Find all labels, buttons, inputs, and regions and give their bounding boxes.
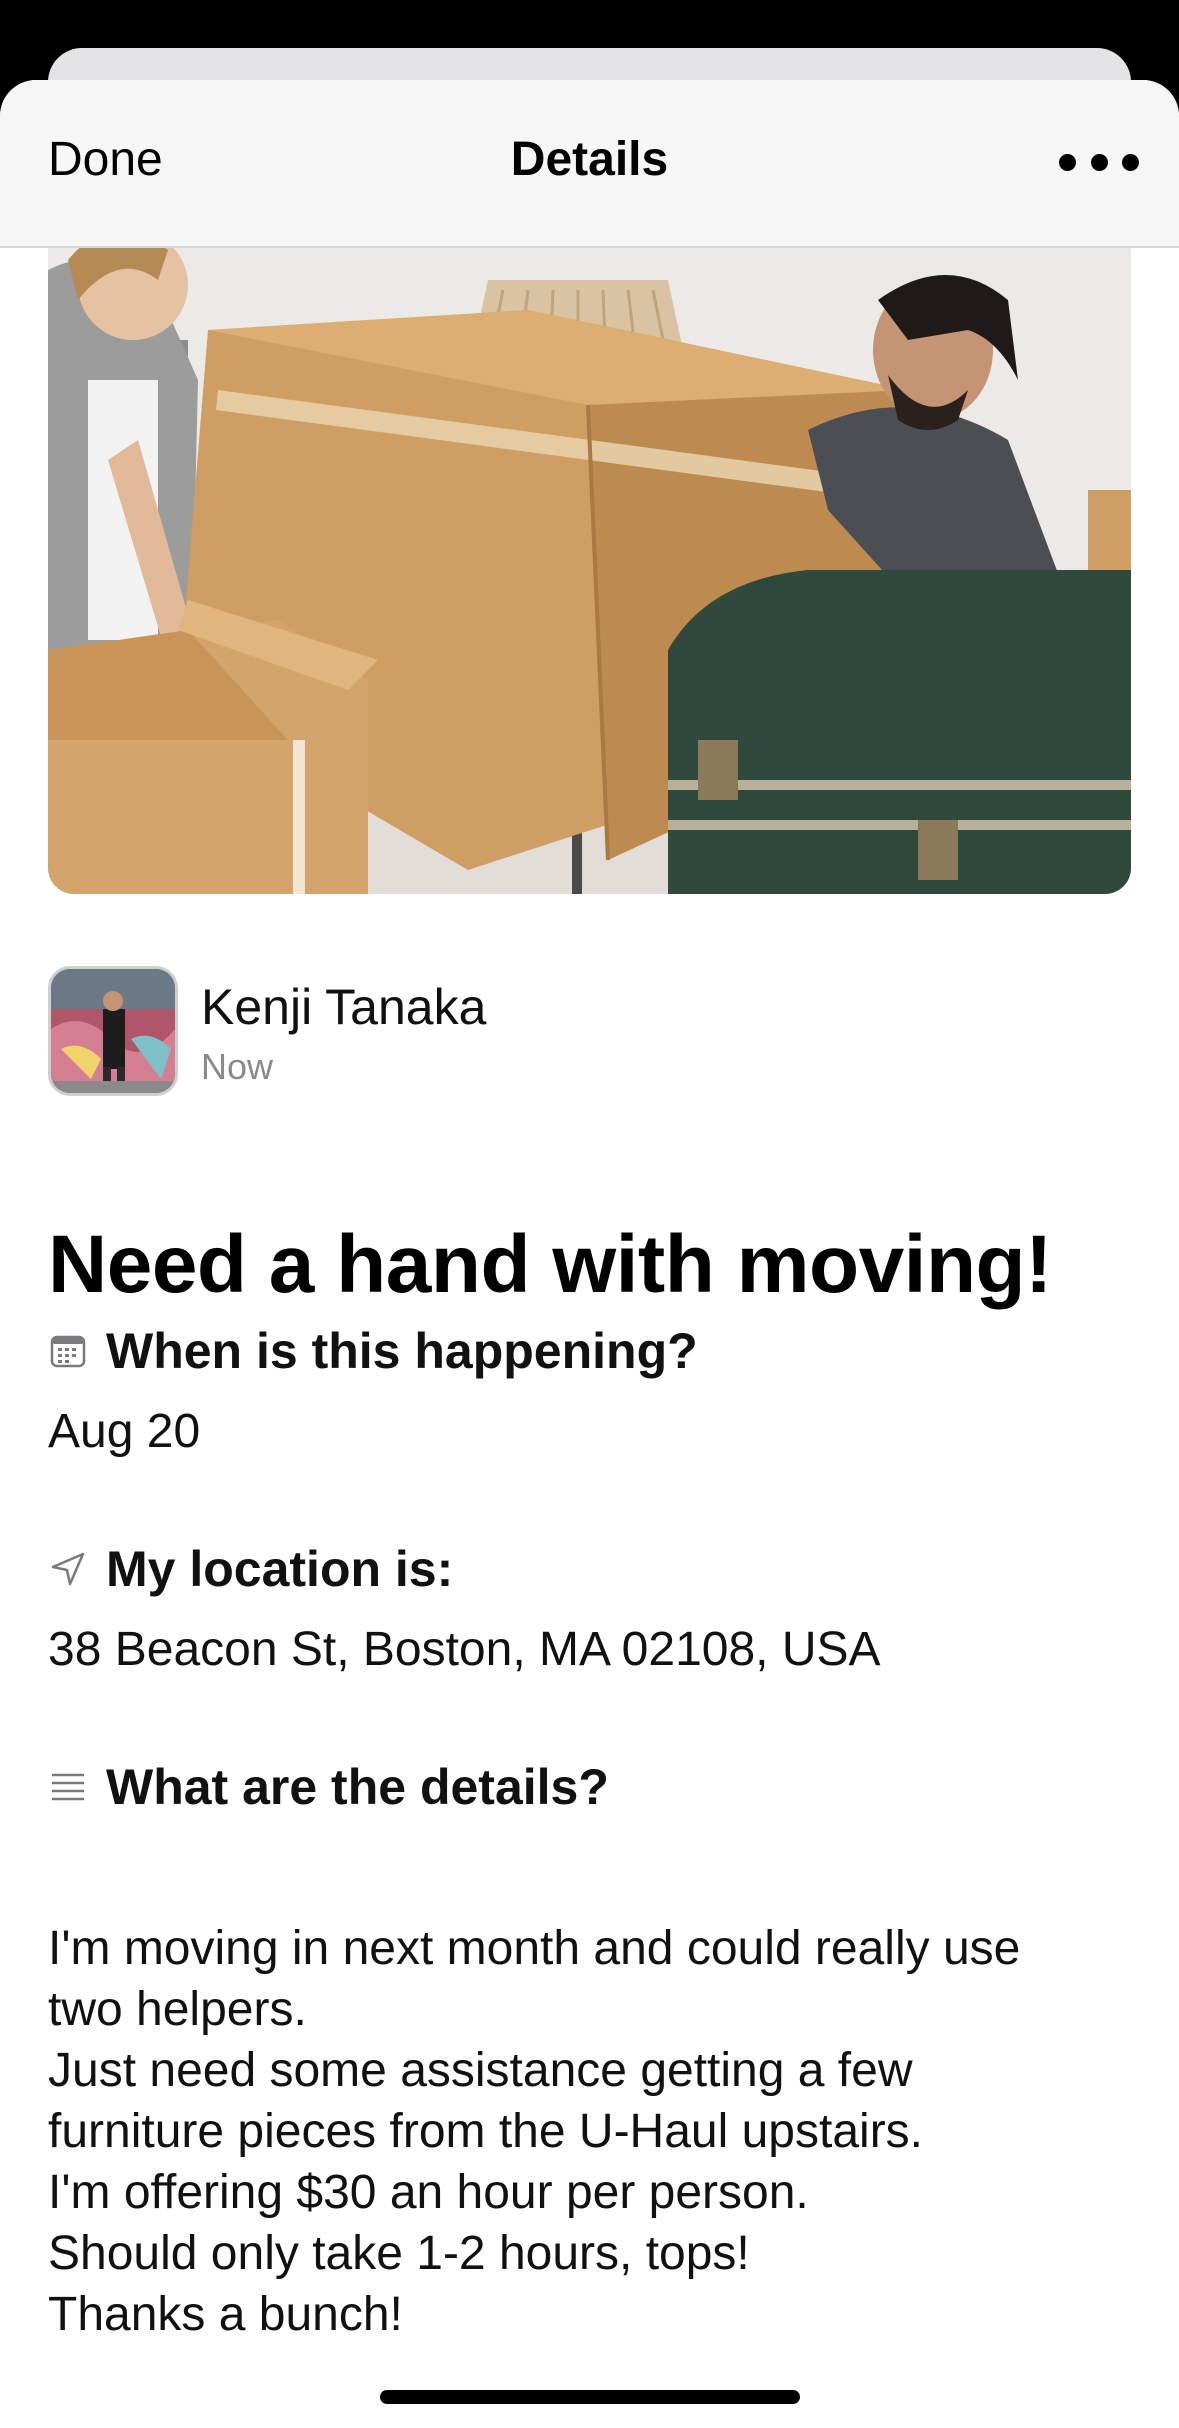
page-title: Details <box>510 133 669 186</box>
post-title: Need a hand with moving! <box>48 1219 1052 1310</box>
when-section-header: When is this happening? <box>48 1322 698 1380</box>
details-sheet: Done Details Kenji Tanaka Now Need a han… <box>0 80 1179 2428</box>
navigation-bar: Done Details <box>0 80 1179 248</box>
moving-boxes-photo <box>48 180 1131 894</box>
details-line: Thanks a bunch! <box>48 2288 403 2341</box>
author-name[interactable]: Kenji Tanaka <box>201 978 486 1036</box>
more-options-icon[interactable] <box>1059 140 1139 184</box>
details-line: I'm moving in next month and could reall… <box>48 1922 1021 1975</box>
post-timestamp: Now <box>201 1046 274 1087</box>
done-button[interactable]: Done <box>48 132 163 187</box>
details-line: Just need some assistance getting a few <box>48 2044 913 2097</box>
text-lines-icon <box>48 1767 88 1807</box>
home-indicator[interactable] <box>380 2390 800 2404</box>
avatar[interactable] <box>48 966 178 1096</box>
post-photo <box>48 180 1131 894</box>
details-line: Should only take 1-2 hours, tops! <box>48 2227 750 2280</box>
details-line: I'm offering $30 an hour per person. <box>48 2166 809 2219</box>
details-line: furniture pieces from the U-Haul upstair… <box>48 2105 924 2158</box>
post-author: Kenji Tanaka Now <box>48 966 1131 1102</box>
details-section-header: What are the details? <box>48 1758 609 1816</box>
details-label: What are the details? <box>106 1759 609 1815</box>
calendar-icon <box>48 1331 88 1371</box>
location-section-header: My location is: <box>48 1540 453 1598</box>
location-arrow-icon <box>48 1549 88 1589</box>
when-value: Aug 20 <box>48 1405 201 1458</box>
avatar-photo <box>51 969 175 1093</box>
when-label: When is this happening? <box>106 1323 698 1379</box>
details-text: I'm moving in next month and could reall… <box>48 1918 1131 2345</box>
location-label: My location is: <box>106 1541 454 1597</box>
location-value[interactable]: 38 Beacon St, Boston, MA 02108, USA <box>48 1622 881 1677</box>
details-line: two helpers. <box>48 1983 307 2036</box>
